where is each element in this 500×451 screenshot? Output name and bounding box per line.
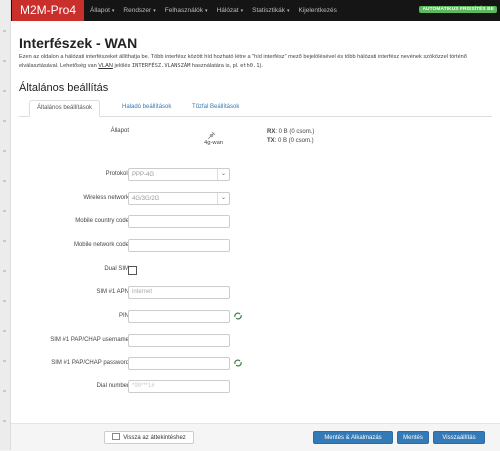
mnc-input[interactable] (128, 239, 230, 252)
main-window: M2M-Pro4 Állapot ▾ Rendszer ▾ Felhasználók… (11, 0, 500, 451)
section-title: Általános beállítás (19, 82, 109, 94)
pin-input[interactable] (128, 310, 230, 323)
network-icon (207, 131, 215, 140)
page-description: Ezen az oldalon a hálózati interfészeket… (19, 54, 467, 69)
chap-username-input[interactable] (128, 334, 230, 347)
auto-refresh-badge[interactable]: AUTOMATIKUS FRISSÍTÉS BE (419, 6, 497, 13)
protocol-label: Protokoll (105, 171, 129, 177)
chevron-down-icon: ⌄ (217, 169, 229, 180)
apn-input[interactable]: internet (128, 286, 230, 299)
page-title: Interfészek - WAN (19, 35, 138, 51)
back-to-overview-button[interactable]: Vissza az áttekintéshez (104, 431, 194, 444)
traffic-stats: RX: 0 B (0 csom.) TX: 0 B (0 csom.) (267, 129, 315, 144)
action-footer: Vissza az áttekintéshez Mentés & Alkalma… (11, 423, 500, 451)
mcc-label: Mobile country code (75, 218, 129, 224)
interface-name: 4g-wan (204, 140, 224, 146)
wireless-network-label: Wireless network (83, 195, 129, 201)
back-icon (112, 432, 121, 440)
apn-label: SIM #1 APN (96, 289, 129, 295)
main-menu: Állapot ▾ Rendszer ▾ Felhasználók ▾ Hálózat… (90, 0, 346, 21)
menu-item-users[interactable]: Felhasználók ▾ (165, 7, 208, 14)
dial-number-label: Dial number (96, 383, 129, 389)
tab-firewall-settings[interactable]: Tűzfal Beállítások (185, 100, 246, 115)
dual-sim-checkbox[interactable] (128, 266, 137, 275)
save-button[interactable]: Mentés (397, 431, 429, 444)
menu-item-logout[interactable]: Kijelentkezés (299, 7, 337, 14)
status-label: Állapot (110, 128, 129, 134)
left-edge-strip (0, 0, 11, 450)
brand-logo[interactable]: M2M-Pro4 (12, 0, 84, 21)
chap-password-input[interactable] (128, 357, 230, 370)
mnc-label: Mobile network code (73, 242, 129, 248)
wireless-network-select[interactable]: 4G/3G/2G ⌄ (128, 192, 230, 205)
page-content: Interfészek - WAN Ezen az oldalon a háló… (11, 35, 500, 117)
navbar: M2M-Pro4 Állapot ▾ Rendszer ▾ Felhasználók… (11, 0, 500, 21)
protocol-row: Protokoll PPP-4G ⌄ (11, 168, 491, 181)
tab-general-settings[interactable]: Általános beállítások (29, 100, 101, 117)
wireless-network-row: Wireless network 4G/3G/2G ⌄ (11, 192, 491, 205)
dial-number-input[interactable]: *99***1# (128, 380, 230, 393)
menu-item-statistics[interactable]: Statisztikák ▾ (252, 7, 289, 14)
vlan-abbr: VLAN (98, 63, 113, 69)
protocol-select[interactable]: PPP-4G ⌄ (128, 168, 230, 181)
reveal-password-icon[interactable] (234, 312, 242, 322)
chevron-down-icon: ⌄ (217, 193, 229, 204)
rx-value: : 0 B (0 csom.) (275, 129, 315, 135)
menu-item-status[interactable]: Állapot ▾ (90, 7, 114, 14)
reveal-password-icon[interactable] (234, 359, 242, 369)
dual-sim-label: Dual SIM (104, 266, 129, 272)
reset-button[interactable]: Visszaállítás (433, 431, 485, 444)
tab-bar: Általános beállítások Haladó beállítások… (19, 100, 492, 117)
chap-username-label: SIM #1 PAP/CHAP username (50, 337, 129, 343)
mcc-input[interactable] (128, 215, 230, 228)
tab-advanced-settings[interactable]: Haladó beállítások (115, 100, 178, 115)
chap-password-label: SIM #1 PAP/CHAP password (51, 360, 129, 366)
save-apply-button[interactable]: Mentés & Alkalmazás (313, 431, 393, 444)
menu-item-network[interactable]: Hálózat ▾ (217, 7, 244, 14)
menu-item-system[interactable]: Rendszer ▾ (123, 7, 155, 14)
tx-value: : 0 B (0 csom.) (274, 138, 314, 144)
